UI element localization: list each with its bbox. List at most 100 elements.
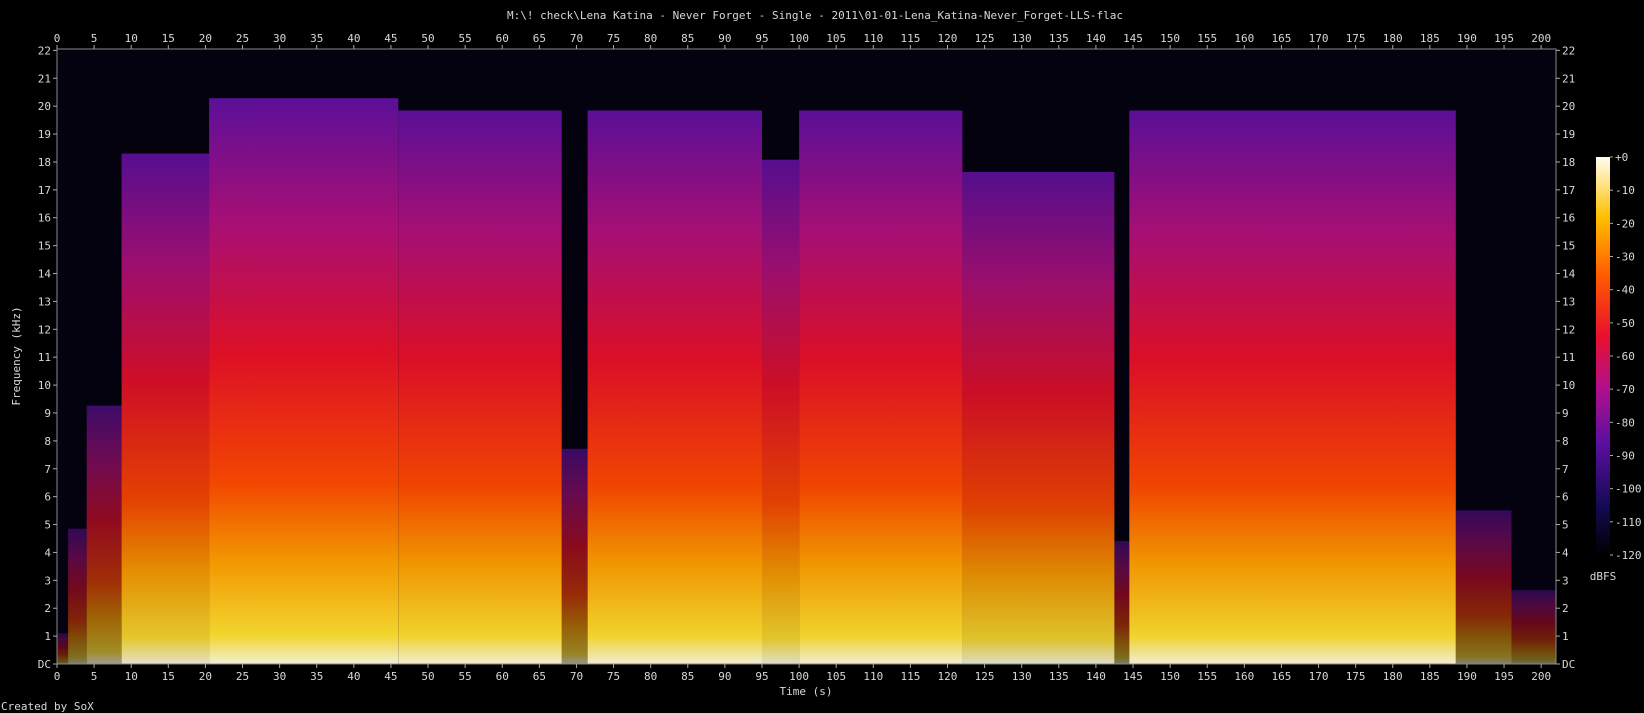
- x-tick-label: 105: [826, 32, 846, 45]
- x-tick-label: 135: [1049, 670, 1069, 683]
- y-tick-label: 10: [1562, 379, 1575, 392]
- x-tick-label: 115: [900, 32, 920, 45]
- x-tick-label: 155: [1197, 32, 1217, 45]
- x-tick-label: 15: [162, 670, 175, 683]
- y-tick-label: 7: [1562, 463, 1569, 476]
- y-tick-label: 19: [1562, 128, 1575, 141]
- y-tick-label: 4: [44, 546, 51, 559]
- colorbar-tick-label: -30: [1615, 251, 1635, 264]
- x-tick-label: 5: [91, 32, 98, 45]
- x-tick-label: 105: [826, 670, 846, 683]
- y-tick-label: 13: [38, 295, 51, 308]
- colorbar-axis: +0 -10 -20 -30 -40 -50 -60 -70 -80 -90 -100 -110 -12…: [1610, 151, 1642, 562]
- x-tick-label: 95: [755, 32, 768, 45]
- y-tick-label: 9: [1562, 407, 1569, 420]
- x-tick-label: 0: [54, 670, 61, 683]
- x-tick-label: 195: [1494, 32, 1514, 45]
- spectrogram-segment: [209, 98, 399, 664]
- x-tick-label: 175: [1346, 32, 1366, 45]
- y-axis-left: DC12345678910111213141516171819202122: [38, 44, 57, 671]
- x-tick-label: 190: [1457, 670, 1477, 683]
- x-tick-label: 165: [1271, 670, 1291, 683]
- colorbar-tick-label: -90: [1615, 450, 1635, 463]
- spectrogram-segment: [1129, 110, 1456, 664]
- x-tick-label: 75: [607, 32, 620, 45]
- x-tick-label: 150: [1160, 32, 1180, 45]
- x-tick-label: 175: [1346, 670, 1366, 683]
- y-tick-label: 11: [1562, 351, 1575, 364]
- x-tick-label: 80: [644, 670, 657, 683]
- colorbar-tick-label: -50: [1615, 317, 1635, 330]
- x-tick-label: 90: [718, 670, 731, 683]
- y-tick-label: 3: [44, 574, 51, 587]
- x-tick-label: 50: [421, 670, 434, 683]
- x-tick-label: 155: [1197, 670, 1217, 683]
- y-tick-label: 8: [44, 435, 51, 448]
- x-tick-label: 70: [570, 670, 583, 683]
- y-tick-label: 21: [1562, 72, 1575, 85]
- colorbar-tick-label: -40: [1615, 284, 1635, 297]
- x-tick-label: 40: [347, 670, 360, 683]
- x-tick-label: 190: [1457, 32, 1477, 45]
- x-tick-label: 85: [681, 32, 694, 45]
- x-tick-label: 165: [1271, 32, 1291, 45]
- spectrogram-segment: [398, 110, 562, 664]
- y-tick-label: 5: [44, 519, 51, 532]
- x-tick-label: 25: [236, 32, 249, 45]
- y-tick-label: 1: [1562, 630, 1569, 643]
- x-tick-label: 10: [125, 32, 138, 45]
- x-axis-label: Time (s): [780, 685, 833, 698]
- spectrogram-segment: [962, 172, 1115, 664]
- y-tick-label: 6: [44, 491, 51, 504]
- y-tick-label: 22: [1562, 44, 1575, 57]
- colorbar-label: dBFS: [1590, 570, 1617, 583]
- x-tick-label: 120: [938, 32, 958, 45]
- y-tick-label: 2: [1562, 602, 1569, 615]
- colorbar-tick-label: -80: [1615, 416, 1635, 429]
- x-tick-label: 160: [1234, 32, 1254, 45]
- x-tick-label: 65: [533, 670, 546, 683]
- x-tick-label: 15: [162, 32, 175, 45]
- x-tick-label: 55: [459, 32, 472, 45]
- spectrogram-segment: [121, 153, 210, 664]
- x-tick-label: 180: [1383, 32, 1403, 45]
- y-tick-label: 12: [1562, 323, 1575, 336]
- y-tick-label: 12: [38, 323, 51, 336]
- y-tick-label: 19: [38, 128, 51, 141]
- y-tick-label: 3: [1562, 574, 1569, 587]
- x-tick-label: 30: [273, 32, 286, 45]
- x-tick-label: 0: [54, 32, 61, 45]
- x-axis-top: 0 5 10 15 20 25 30 35 40 45 50 55 60 65 70 75 80 85 90 95 10…: [54, 32, 1551, 49]
- x-tick-label: 100: [789, 670, 809, 683]
- y-tick-label: 14: [1562, 268, 1576, 281]
- y-tick-label: 22: [38, 44, 51, 57]
- spectrogram-segment: [799, 110, 963, 664]
- x-tick-label: 115: [900, 670, 920, 683]
- colorbar-tick-label: -100: [1615, 483, 1642, 496]
- spectrogram-segment: [762, 159, 800, 664]
- x-tick-label: 95: [755, 670, 768, 683]
- x-tick-label: 145: [1123, 670, 1143, 683]
- y-tick-label: 16: [38, 212, 51, 225]
- y-tick-label: 15: [38, 240, 51, 253]
- y-tick-label: 21: [38, 72, 51, 85]
- x-tick-label: 100: [789, 32, 809, 45]
- y-tick-label: 11: [38, 351, 51, 364]
- y-tick-label: 20: [38, 100, 51, 113]
- x-tick-label: 60: [496, 32, 509, 45]
- x-tick-label: 40: [347, 32, 360, 45]
- y-tick-label: 5: [1562, 519, 1569, 532]
- x-tick-label: 20: [199, 32, 212, 45]
- y-tick-label: 16: [1562, 212, 1575, 225]
- x-tick-label: 195: [1494, 670, 1514, 683]
- x-tick-label: 110: [863, 670, 883, 683]
- x-tick-label: 185: [1420, 32, 1440, 45]
- x-tick-label: 5: [91, 670, 98, 683]
- y-axis-right: DC12345678910111213141516171819202122: [1556, 44, 1576, 671]
- x-tick-label: 150: [1160, 670, 1180, 683]
- x-tick-label: 55: [459, 670, 472, 683]
- y-tick-label: 1: [44, 630, 51, 643]
- x-tick-label: 125: [975, 32, 995, 45]
- colorbar-tick-label: -10: [1615, 184, 1635, 197]
- y-tick-label: 4: [1562, 546, 1569, 559]
